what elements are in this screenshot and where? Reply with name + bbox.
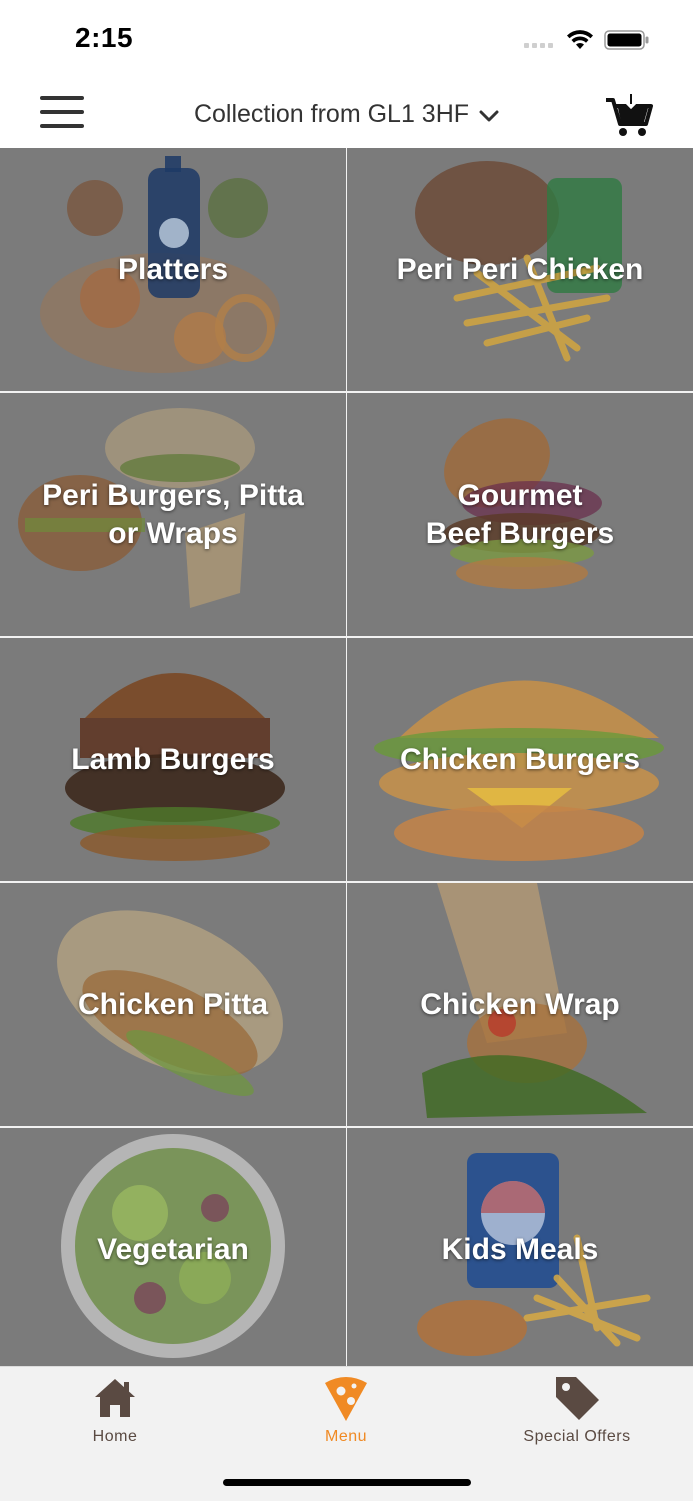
category-tile-chicken-pitta[interactable]: Chicken Pitta — [0, 883, 346, 1126]
tag-icon — [556, 1377, 599, 1420]
category-tile-kids-meals[interactable]: Kids Meals — [347, 1128, 693, 1371]
home-indicator[interactable] — [223, 1479, 471, 1486]
category-tile-platters[interactable]: Platters — [0, 148, 346, 391]
cart-icon[interactable] — [604, 94, 654, 138]
category-label: Peri Burgers, Pitta or Wraps — [42, 478, 304, 550]
collection-location-selector[interactable]: Collection from GL1 3HF — [150, 96, 543, 132]
category-label: Lamb Burgers — [71, 742, 275, 776]
category-label: Vegetarian — [97, 1232, 249, 1266]
category-tile-lamb-burgers[interactable]: Lamb Burgers — [0, 638, 346, 881]
tab-menu[interactable]: Menu — [246, 1373, 446, 1453]
category-tile-peri-peri-chicken[interactable]: Peri Peri Chicken — [347, 148, 693, 391]
tab-menu-label: Menu — [324, 1428, 368, 1445]
pizza-slice-icon — [325, 1377, 367, 1421]
category-tile-chicken-wrap[interactable]: Chicken Wrap — [347, 883, 693, 1126]
menu-category-grid: Platters Peri Peri Chicken Peri Burgers,… — [0, 148, 693, 1371]
tab-special-offers-label: Special Offers — [523, 1428, 631, 1445]
battery-icon — [604, 30, 649, 50]
chevron-down-icon — [479, 110, 499, 122]
status-time: 2:15 — [75, 22, 134, 53]
category-tile-vegetarian[interactable]: Vegetarian — [0, 1128, 346, 1371]
category-label: Chicken Wrap — [420, 987, 620, 1021]
tab-home[interactable]: Home — [15, 1373, 215, 1453]
category-label: Gourmet Beef Burgers — [425, 478, 615, 550]
status-bar: 2:15 — [0, 0, 693, 80]
category-label: Platters — [117, 252, 229, 286]
tab-home-label: Home — [92, 1428, 138, 1445]
category-label: Peri Peri Chicken — [396, 252, 644, 286]
category-tile-chicken-burgers[interactable]: Chicken Burgers — [347, 638, 693, 881]
cellular-signal-icon — [524, 43, 558, 49]
top-navigation-bar: Collection from GL1 3HF — [0, 80, 693, 148]
home-icon — [95, 1379, 135, 1417]
wifi-icon — [567, 30, 593, 49]
category-tile-gourmet-beef-burgers[interactable]: Gourmet Beef Burgers — [347, 393, 693, 636]
category-label: Chicken Burgers — [399, 742, 641, 776]
tab-special-offers[interactable]: Special Offers — [477, 1373, 677, 1453]
category-tile-peri-burgers-pitta-wraps[interactable]: Peri Burgers, Pitta or Wraps — [0, 393, 346, 636]
hamburger-menu-icon[interactable] — [38, 96, 86, 130]
category-label: Chicken Pitta — [77, 987, 269, 1021]
category-label: Kids Meals — [441, 1232, 599, 1266]
collection-location-label: Collection from GL1 3HF — [193, 99, 470, 128]
